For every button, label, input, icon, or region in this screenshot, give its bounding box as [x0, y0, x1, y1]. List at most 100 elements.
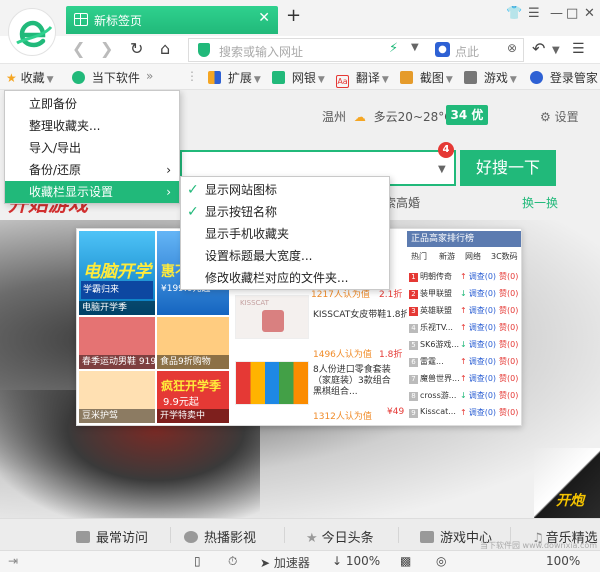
ad-tile-beauty[interactable]: 豆米护驾: [79, 371, 155, 423]
bookmark-download-software[interactable]: 当下软件: [72, 69, 140, 86]
maximize-button[interactable]: □: [566, 6, 578, 21]
ranking-value[interactable]: 调查(0): [469, 340, 496, 349]
chevron-down-icon[interactable]: ▼: [411, 42, 419, 53]
tab-close-icon[interactable]: ✕: [258, 10, 270, 26]
ranking-row[interactable]: 6 雷霆... ↑ 调查(0) 赞(0): [409, 356, 519, 370]
arrow-down-icon: ↓: [460, 340, 467, 349]
accelerator-button[interactable]: ➤ 加速器: [260, 554, 310, 571]
weather-widget[interactable]: 温州 ☁ 多云20~28°C: [322, 108, 453, 125]
settings-button[interactable]: ⚙ 设置: [540, 108, 579, 125]
download-button[interactable]: ↓ 100%: [332, 554, 380, 568]
ranking-like[interactable]: 赞(0): [499, 323, 518, 332]
sidebar-toggle-icon[interactable]: ⇥: [8, 554, 18, 568]
clear-icon[interactable]: ⊗: [507, 41, 517, 55]
lightning-icon[interactable]: ⚡: [389, 41, 398, 56]
tab-new-tab[interactable]: 新标签页 ✕: [66, 6, 278, 34]
ranking-row[interactable]: 4 乐视TV... ↑ 调查(0) 赞(0): [409, 322, 519, 336]
dock-most-visited[interactable]: 最常访问: [76, 527, 148, 546]
refresh-hot-button[interactable]: 换一换: [522, 194, 558, 211]
ranking-row[interactable]: 1 明朝传奇 ↑ 调查(0) 赞(0): [409, 271, 519, 285]
ranking-row[interactable]: 5 SK6游戏...↓ 调查(0) 赞(0): [409, 339, 519, 353]
menu-item-show-mobile-favorites[interactable]: 显示手机收藏夹: [181, 223, 389, 245]
menu-item-organize[interactable]: 整理收藏夹...: [5, 115, 179, 137]
undo-icon[interactable]: ↶: [532, 39, 545, 58]
ranking-value[interactable]: 调查(0): [469, 357, 496, 366]
minimize-button[interactable]: —: [550, 6, 563, 21]
ranking-tab[interactable]: 新游: [439, 251, 455, 262]
ranking-like[interactable]: 赞(0): [499, 391, 518, 400]
menu-item-title-max-width[interactable]: 设置标题最大宽度...: [181, 245, 389, 267]
phone-icon[interactable]: ▯: [194, 554, 201, 568]
ad-tile-autumn[interactable]: 疯狂开学季 9.9元起 开学特卖中: [157, 371, 229, 423]
ranking-tab[interactable]: 3C数码: [491, 251, 518, 262]
ranking-row[interactable]: 9 Kisscat... ↑ 调查(0) 赞(0): [409, 407, 519, 421]
ranking-like[interactable]: 赞(0): [499, 272, 518, 281]
address-bar[interactable]: 搜索或输入网址 ⚡ ▼ ● 点此 ⊗: [188, 38, 524, 62]
menu-item-backup-restore[interactable]: 备份/还原 ›: [5, 159, 179, 181]
ranking-tab[interactable]: 网络: [465, 251, 481, 262]
login-manager-button[interactable]: 登录管家: [530, 69, 598, 86]
home-icon[interactable]: ⌂: [160, 39, 170, 58]
browser-logo[interactable]: [8, 8, 56, 56]
close-window-button[interactable]: ✕: [584, 6, 595, 21]
ranking-value[interactable]: 调查(0): [469, 323, 496, 332]
search-engine-dropdown-icon[interactable]: ▼: [438, 164, 446, 175]
ranking-row[interactable]: 3 英雄联盟 ↑ 调查(0) 赞(0): [409, 305, 519, 319]
ranking-row[interactable]: 2 装甲联盟 ↓ 调查(0) 赞(0): [409, 288, 519, 302]
speed-icon[interactable]: ⏱: [228, 554, 237, 569]
ranking-value[interactable]: 调查(0): [469, 272, 496, 281]
ad-tile-computer[interactable]: 电脑开学 学霸归来 电脑开学季: [79, 231, 155, 315]
product-card[interactable]: 8人份进口零食套装（家庭装）3款组合 黑棋组合... 1312人认为值 ¥49: [235, 361, 404, 423]
ranking-row[interactable]: 7 魔兽世界...↑ 调查(0) 赞(0): [409, 373, 519, 387]
screenshot-button[interactable]: 截图 ▼: [400, 69, 453, 86]
address-input[interactable]: 搜索或输入网址: [219, 43, 303, 60]
corner-game-label[interactable]: 开炮: [556, 490, 596, 566]
display-settings-submenu: ✓ 显示网站图标 ✓ 显示按钮名称 显示手机收藏夹 设置标题最大宽度... 修改…: [180, 176, 390, 290]
ranking-value[interactable]: 调查(0): [469, 306, 496, 315]
menu-item-display-settings[interactable]: 收藏栏显示设置 ›: [5, 181, 179, 203]
baidu-paw-icon[interactable]: ●: [435, 42, 450, 57]
ranking-like[interactable]: 赞(0): [499, 340, 518, 349]
ad-tile-food[interactable]: 食品9折购物: [157, 317, 229, 369]
menu-item-import-export[interactable]: 导入/导出: [5, 137, 179, 159]
ranking-like[interactable]: 赞(0): [499, 408, 518, 417]
ranking-row[interactable]: 8 cross游... ↓ 调查(0) 赞(0): [409, 390, 519, 404]
menu-icon[interactable]: ☰: [528, 6, 540, 21]
more-bookmarks-button[interactable]: »: [146, 69, 153, 83]
translate-button[interactable]: Aa 翻译 ▼: [336, 69, 389, 88]
ad-tile-shoes[interactable]: 春季运动男鞋 919...: [79, 317, 155, 369]
new-tab-button[interactable]: +: [286, 5, 301, 26]
search-suggestion[interactable]: 点此: [455, 43, 479, 60]
favorites-button[interactable]: ★ 收藏 ▼: [6, 69, 54, 86]
forward-icon[interactable]: ❯: [100, 39, 113, 58]
ranking-value[interactable]: 调查(0): [469, 391, 496, 400]
ranking-value[interactable]: 调查(0): [469, 374, 496, 383]
mute-icon[interactable]: ▩: [400, 554, 411, 568]
menu-item-change-folder[interactable]: 修改收藏栏对应的文件夹...: [181, 267, 389, 289]
bank-button[interactable]: 网银 ▼: [272, 69, 325, 86]
ranking-like[interactable]: 赞(0): [499, 306, 518, 315]
dock-hot-videos[interactable]: 热播影视: [184, 527, 256, 546]
menu-item-show-button-names[interactable]: ✓ 显示按钮名称: [181, 201, 389, 223]
dock-headlines[interactable]: ★ 今日头条: [306, 527, 374, 546]
ranking-like[interactable]: 赞(0): [499, 357, 518, 366]
ranking-like[interactable]: 赞(0): [499, 374, 518, 383]
games-button[interactable]: 游戏 ▼: [464, 69, 517, 86]
history-icon[interactable]: ◎: [436, 554, 446, 568]
menu-item-backup-now[interactable]: 立即备份: [5, 93, 179, 115]
ranking-tab[interactable]: 热门: [411, 251, 427, 262]
extensions-button[interactable]: 扩展 ▼: [208, 69, 261, 86]
ranking-like[interactable]: 赞(0): [499, 289, 518, 298]
refresh-icon[interactable]: ↻: [130, 39, 143, 58]
skin-icon[interactable]: 👕: [506, 6, 522, 21]
undo-dropdown-icon[interactable]: ▼: [552, 45, 560, 56]
main-menu-icon[interactable]: ☰: [572, 41, 585, 57]
menu-item-show-site-icon[interactable]: ✓ 显示网站图标: [181, 179, 389, 201]
product-card[interactable]: KISSCAT KISSCAT女皮带鞋1.8折起 1496人认为值 1.8折: [235, 295, 419, 360]
search-button[interactable]: 好搜一下: [460, 150, 556, 186]
ranking-value[interactable]: 调查(0): [469, 289, 496, 298]
ranking-number: 3: [409, 307, 418, 316]
ranking-value[interactable]: 调查(0): [469, 408, 496, 417]
air-quality-badge[interactable]: 34 优: [446, 105, 488, 125]
back-icon[interactable]: ❮: [72, 39, 85, 58]
